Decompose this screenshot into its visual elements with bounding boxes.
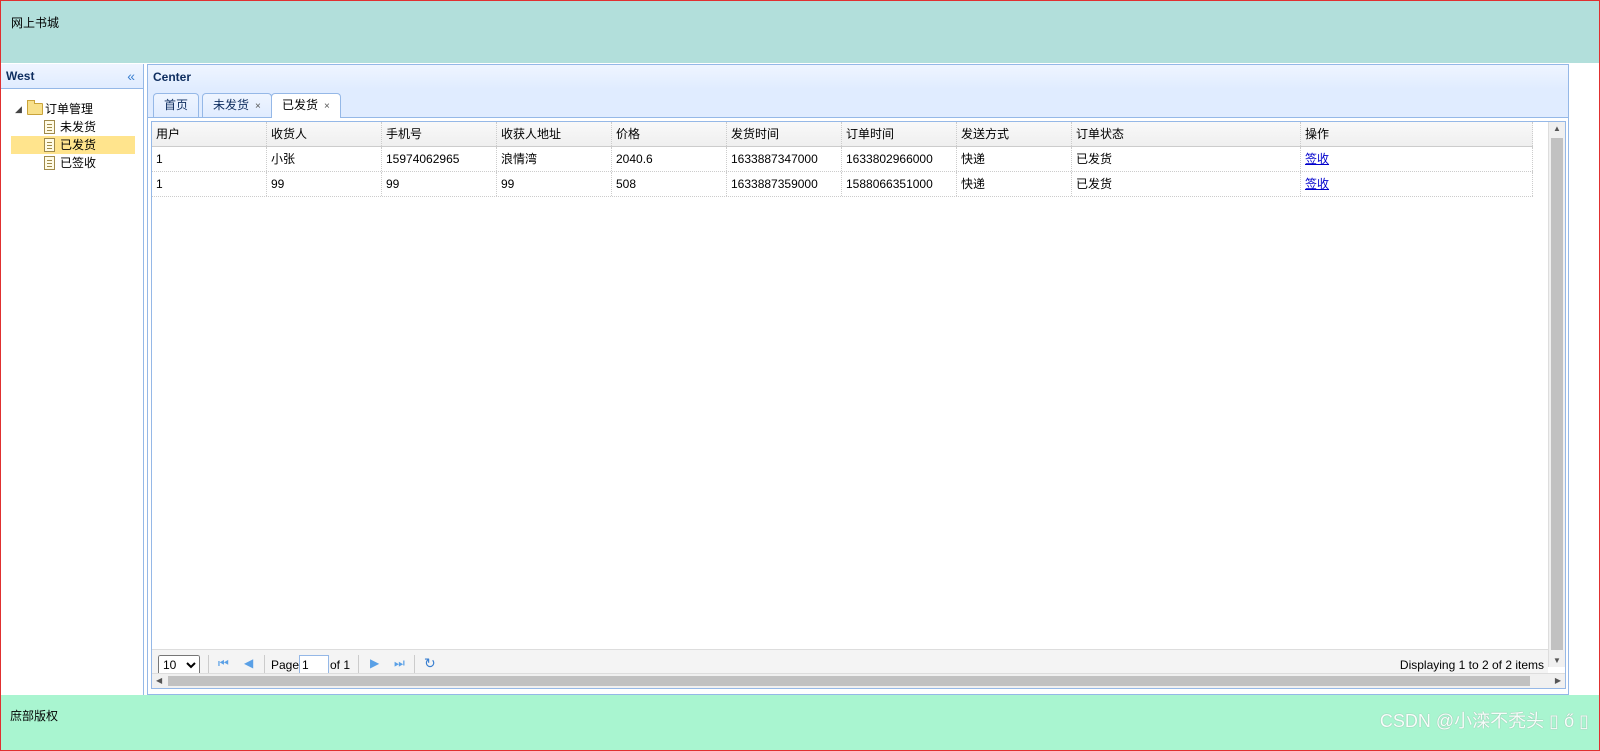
horizontal-scrollbar[interactable]: ◀ ▶: [152, 673, 1565, 688]
scroll-down-icon[interactable]: ▼: [1553, 656, 1561, 665]
divider: [414, 655, 415, 675]
west-panel-title: West: [6, 69, 35, 83]
table-cell: 508: [612, 172, 727, 196]
expand-triangle-icon[interactable]: ◢: [15, 100, 22, 118]
table-cell: 99: [267, 172, 382, 196]
scroll-left-icon[interactable]: ◀: [156, 676, 162, 685]
center-panel: Center 首页 未发货 × 已发货 × 用户 收货人 手机号 收获人地址 价格 …: [147, 64, 1569, 695]
tab-home[interactable]: 首页: [153, 93, 200, 117]
west-panel-header: West «: [1, 64, 143, 89]
west-panel: West « ◢ 订单管理 未发货 已发货 已签收: [1, 64, 144, 710]
column-header[interactable]: 手机号: [382, 122, 497, 146]
page-label: Page: [271, 658, 300, 672]
south-region: 庶部版权 CSDN @小滦不秃头 ▯ ő ▯: [1, 695, 1599, 750]
table-cell: 1633802966000: [842, 147, 957, 171]
center-panel-header: Center: [148, 64, 1568, 90]
column-header[interactable]: 用户: [152, 122, 267, 146]
page-number-input[interactable]: [299, 655, 329, 675]
table-row[interactable]: 1 小张 15974062965 浪情湾 2040.6 163388734700…: [152, 147, 1533, 172]
prev-page-icon[interactable]: ◀: [244, 656, 253, 670]
tree-node-order-management[interactable]: ◢ 订单管理: [11, 100, 135, 118]
site-title: 网上书城: [11, 16, 60, 30]
table-cell: 快递: [957, 147, 1072, 171]
close-icon[interactable]: ×: [324, 101, 330, 112]
column-header[interactable]: 操作: [1301, 122, 1533, 146]
table-cell: 15974062965: [382, 147, 497, 171]
center-panel-title: Center: [153, 70, 192, 84]
tree-node-label: 未发货: [60, 120, 97, 134]
tree-node-label: 已签收: [60, 156, 97, 170]
table-cell: 签收: [1301, 147, 1533, 171]
table-cell: 签收: [1301, 172, 1533, 196]
table-cell: 已发货: [1072, 172, 1301, 196]
column-header[interactable]: 收货人: [267, 122, 382, 146]
table-cell: 99: [382, 172, 497, 196]
vertical-scrollbar[interactable]: ▲ ▼: [1548, 122, 1565, 667]
table-cell: 浪情湾: [497, 147, 612, 171]
tree-node-unshipped[interactable]: 未发货: [11, 118, 135, 136]
last-page-icon[interactable]: ⏭: [394, 656, 405, 671]
footer-copyright: 庶部版权: [10, 709, 59, 723]
column-header[interactable]: 发送方式: [957, 122, 1072, 146]
sign-link[interactable]: 签收: [1305, 152, 1329, 166]
order-tree: ◢ 订单管理 未发货 已发货 已签收: [11, 100, 135, 172]
column-header[interactable]: 收获人地址: [497, 122, 612, 146]
divider: [208, 655, 209, 675]
collapse-icon[interactable]: «: [127, 64, 135, 88]
next-page-icon[interactable]: ▶: [370, 656, 379, 670]
table-cell: 1633887359000: [727, 172, 842, 196]
tab-label: 未发货: [213, 98, 250, 112]
grid-header: 用户 收货人 手机号 收获人地址 价格 发货时间 订单时间 发送方式 订单状态 …: [152, 122, 1533, 147]
table-cell: 1588066351000: [842, 172, 957, 196]
file-icon: [44, 120, 55, 134]
tab-label: 已发货: [282, 98, 319, 112]
tree-node-shipped[interactable]: 已发货: [11, 136, 135, 154]
page-count-label: of 1: [330, 658, 351, 672]
tab-unshipped[interactable]: 未发货 ×: [202, 93, 272, 117]
table-cell: 1: [152, 147, 267, 171]
tab-label: 首页: [164, 98, 189, 112]
divider: [264, 655, 265, 675]
table-cell: 1633887347000: [727, 147, 842, 171]
refresh-icon[interactable]: ↻: [424, 655, 436, 672]
first-page-icon[interactable]: ⏮: [218, 656, 229, 671]
watermark: CSDN @小滦不秃头 ▯ ő ▯: [1379, 711, 1589, 731]
column-header[interactable]: 发货时间: [727, 122, 842, 146]
display-info: Displaying 1 to 2 of 2 items: [1399, 658, 1544, 672]
table-cell: 99: [497, 172, 612, 196]
tabs-bar: 首页 未发货 × 已发货 ×: [148, 89, 1568, 118]
divider: [358, 655, 359, 675]
close-icon[interactable]: ×: [255, 101, 261, 112]
table-cell: 快递: [957, 172, 1072, 196]
column-header[interactable]: 价格: [612, 122, 727, 146]
scroll-right-icon[interactable]: ▶: [1555, 676, 1561, 685]
tree-node-label: 已发货: [60, 138, 97, 152]
table-cell: 1: [152, 172, 267, 196]
file-icon: [44, 156, 55, 170]
column-header[interactable]: 订单状态: [1072, 122, 1301, 146]
table-cell: 2040.6: [612, 147, 727, 171]
page-size-select[interactable]: 10: [158, 655, 200, 675]
sign-link[interactable]: 签收: [1305, 177, 1329, 191]
north-region: 网上书城: [1, 1, 1599, 63]
column-header[interactable]: 订单时间: [842, 122, 957, 146]
orders-datagrid: 用户 收货人 手机号 收获人地址 价格 发货时间 订单时间 发送方式 订单状态 …: [151, 121, 1566, 689]
table-cell: 小张: [267, 147, 382, 171]
scroll-thumb[interactable]: [1551, 138, 1563, 650]
tree-root-label: 订单管理: [45, 102, 94, 116]
scroll-thumb[interactable]: [168, 676, 1530, 686]
table-row[interactable]: 1 99 99 99 508 1633887359000 15880663510…: [152, 172, 1533, 197]
tab-shipped[interactable]: 已发货 ×: [271, 93, 341, 118]
file-icon: [44, 138, 55, 152]
tree-node-signed[interactable]: 已签收: [11, 154, 135, 172]
scroll-up-icon[interactable]: ▲: [1553, 124, 1561, 133]
table-cell: 已发货: [1072, 147, 1301, 171]
folder-open-icon: [27, 100, 43, 115]
